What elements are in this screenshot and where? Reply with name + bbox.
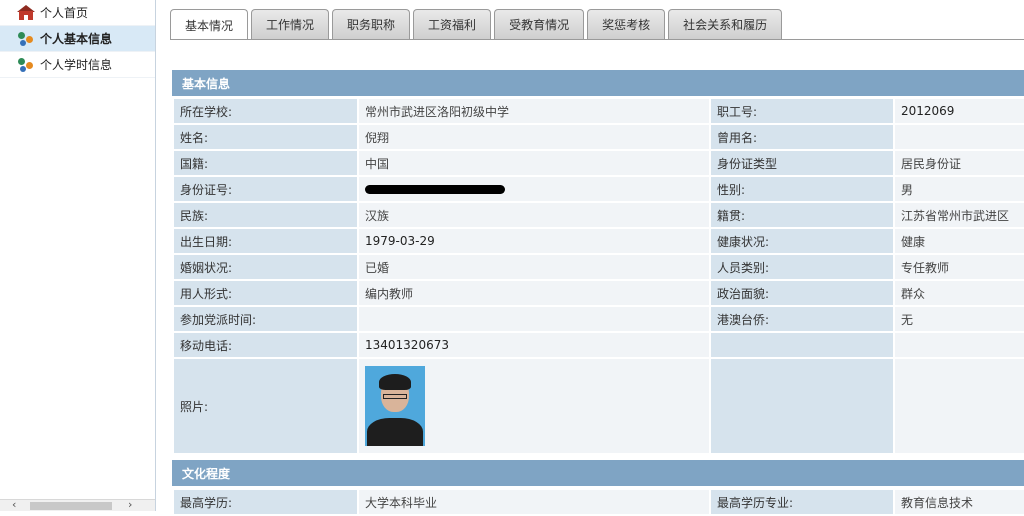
field-label: 参加党派时间: — [174, 307, 357, 331]
field-value: 群众 — [895, 281, 1024, 305]
table-row: 婚姻状况: 已婚 人员类别: 专任教师 — [174, 255, 1024, 279]
field-value: 2012069 — [895, 99, 1024, 123]
field-value: 倪翔 — [359, 125, 709, 149]
sidebar-horizontal-scrollbar[interactable]: ‹ › — [0, 498, 155, 511]
field-label: 身份证号: — [174, 177, 357, 201]
table-row: 用人形式: 编内教师 政治面貌: 群众 — [174, 281, 1024, 305]
table-row: 移动电话: 13401320673 — [174, 333, 1024, 357]
tab-title[interactable]: 职务职称 — [332, 9, 411, 39]
table-row-photo: 照片: — [174, 359, 1024, 453]
main-content: 基本情况 工作情况 职务职称 工资福利 受教育情况 奖惩考核 社会关系和履历 基… — [160, 0, 1024, 514]
home-icon — [17, 4, 35, 21]
tab-divider — [170, 39, 1024, 40]
scrollbar-thumb[interactable] — [30, 502, 112, 510]
field-label: 国籍: — [174, 151, 357, 175]
table-row: 国籍: 中国 身份证类型 居民身份证 — [174, 151, 1024, 175]
field-value: 汉族 — [359, 203, 709, 227]
table-row: 所在学校: 常州市武进区洛阳初级中学 职工号: 2012069 — [174, 99, 1024, 123]
sidebar-item-basic-info[interactable]: 个人基本信息 — [0, 26, 155, 52]
tab-bar: 基本情况 工作情况 职务职称 工资福利 受教育情况 奖惩考核 社会关系和履历 — [170, 9, 785, 40]
field-label: 最高学历专业: — [711, 490, 893, 514]
section-header-education: 文化程度 — [172, 460, 1024, 486]
tab-work[interactable]: 工作情况 — [251, 9, 330, 39]
field-value: 江苏省常州市武进区 — [895, 203, 1024, 227]
field-value: 大学本科毕业 — [359, 490, 709, 514]
field-label: 籍贯: — [711, 203, 893, 227]
users-icon — [18, 57, 34, 73]
field-label: 人员类别: — [711, 255, 893, 279]
photo-cell — [359, 359, 709, 453]
tab-salary[interactable]: 工资福利 — [413, 9, 492, 39]
section-header-basic: 基本信息 — [172, 70, 1024, 96]
sidebar-item-study-hours[interactable]: 个人学时信息 — [0, 52, 155, 78]
table-row: 参加党派时间: 港澳台侨: 无 — [174, 307, 1024, 331]
field-label: 政治面貌: — [711, 281, 893, 305]
field-value: 1979-03-29 — [359, 229, 709, 253]
field-value: 专任教师 — [895, 255, 1024, 279]
field-label: 职工号: — [711, 99, 893, 123]
field-label: 用人形式: — [174, 281, 357, 305]
field-label: 健康状况: — [711, 229, 893, 253]
field-label: 姓名: — [174, 125, 357, 149]
field-label: 婚姻状况: — [174, 255, 357, 279]
scroll-left-icon[interactable]: ‹ — [12, 498, 16, 511]
photo-label: 照片: — [174, 359, 357, 453]
scroll-right-icon[interactable]: › — [128, 498, 132, 511]
field-label: 所在学校: — [174, 99, 357, 123]
empty-value — [895, 359, 1024, 453]
field-value: 已婚 — [359, 255, 709, 279]
field-value — [895, 333, 1024, 357]
sidebar-item-home[interactable]: 个人首页 — [0, 0, 155, 26]
field-label: 港澳台侨: — [711, 307, 893, 331]
field-value: 常州市武进区洛阳初级中学 — [359, 99, 709, 123]
field-value: 13401320673 — [359, 333, 709, 357]
sidebar-item-label: 个人基本信息 — [40, 32, 113, 46]
table-row: 出生日期: 1979-03-29 健康状况: 健康 — [174, 229, 1024, 253]
field-label: 最高学历: — [174, 490, 357, 514]
empty-label — [711, 359, 893, 453]
field-label — [711, 333, 893, 357]
basic-info-table: 所在学校: 常州市武进区洛阳初级中学 职工号: 2012069 姓名: 倪翔 曾用名: 国籍:… — [172, 97, 1024, 455]
education-table: 最高学历: 大学本科毕业 最高学历专业: 教育信息技术 — [172, 488, 1024, 516]
field-value: 教育信息技术 — [895, 490, 1024, 514]
sidebar: 个人首页 个人基本信息 个人学时信息 ‹ › — [0, 0, 156, 511]
field-value: 无 — [895, 307, 1024, 331]
tab-social[interactable]: 社会关系和履历 — [668, 9, 783, 39]
tab-education[interactable]: 受教育情况 — [494, 9, 585, 39]
field-value: 健康 — [895, 229, 1024, 253]
tab-rewards[interactable]: 奖惩考核 — [587, 9, 666, 39]
table-row: 姓名: 倪翔 曾用名: — [174, 125, 1024, 149]
tab-basic[interactable]: 基本情况 — [170, 9, 249, 40]
profile-photo — [365, 366, 425, 446]
field-label: 出生日期: — [174, 229, 357, 253]
field-value — [359, 307, 709, 331]
field-value: 编内教师 — [359, 281, 709, 305]
field-value — [359, 177, 709, 201]
sidebar-item-label: 个人首页 — [40, 6, 89, 20]
field-value: 男 — [895, 177, 1024, 201]
sidebar-item-label: 个人学时信息 — [40, 58, 113, 72]
field-label: 性别: — [711, 177, 893, 201]
field-value: 居民身份证 — [895, 151, 1024, 175]
field-label: 身份证类型 — [711, 151, 893, 175]
redacted-id-number — [365, 185, 505, 194]
field-label: 移动电话: — [174, 333, 357, 357]
field-value: 中国 — [359, 151, 709, 175]
field-label: 曾用名: — [711, 125, 893, 149]
table-row: 身份证号: 性别: 男 — [174, 177, 1024, 201]
field-value — [895, 125, 1024, 149]
table-row: 最高学历: 大学本科毕业 最高学历专业: 教育信息技术 — [174, 490, 1024, 514]
field-label: 民族: — [174, 203, 357, 227]
users-icon — [18, 31, 34, 47]
table-row: 民族: 汉族 籍贯: 江苏省常州市武进区 — [174, 203, 1024, 227]
